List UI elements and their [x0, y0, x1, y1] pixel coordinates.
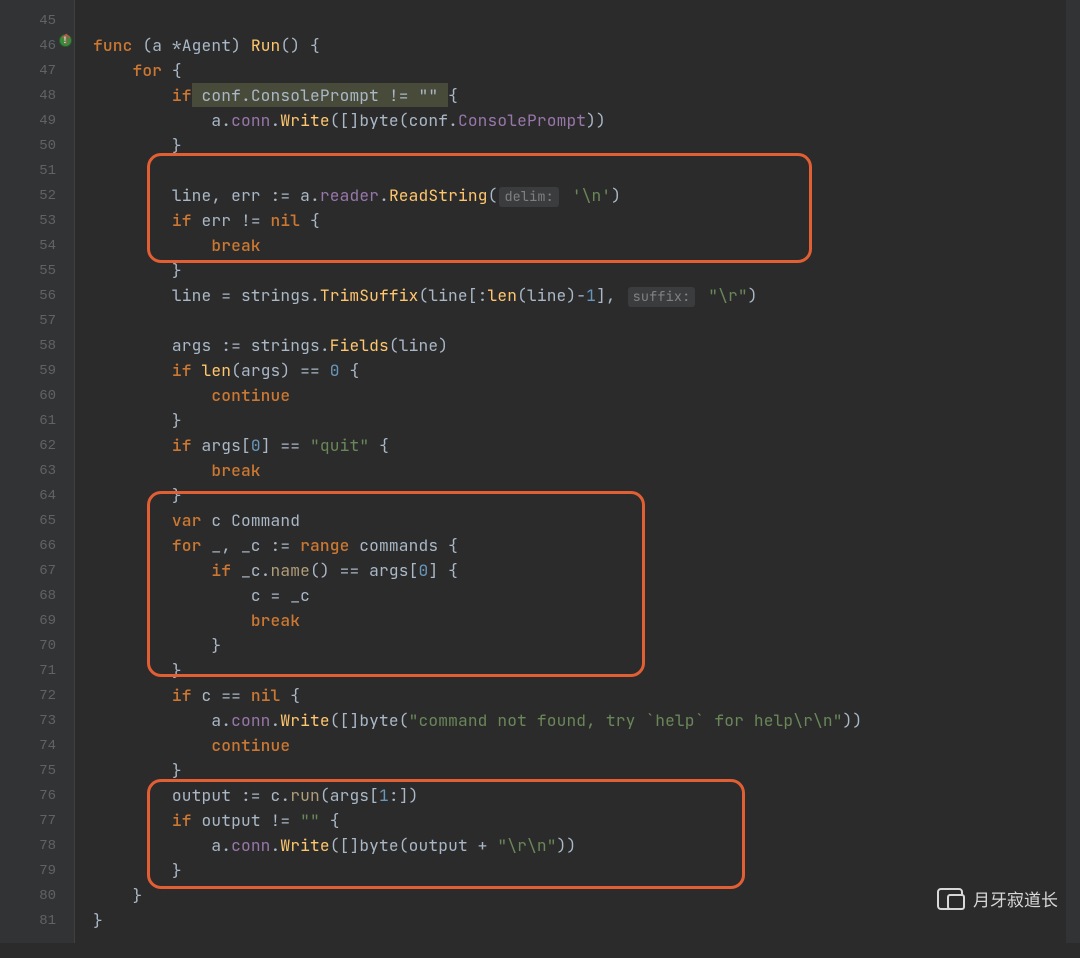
- line-number[interactable]: 68: [0, 583, 74, 608]
- line-number[interactable]: 57: [0, 308, 74, 333]
- watermark-text: 月牙寂道长: [973, 886, 1058, 911]
- code-editor[interactable]: ! ↑ 454647484950515253545556575859606162…: [0, 0, 1080, 943]
- code-line[interactable]: args := strings.Fields(line): [93, 333, 1080, 358]
- code-line[interactable]: }: [93, 133, 1080, 158]
- code-line[interactable]: [93, 8, 1080, 33]
- inlay-hint: suffix:: [628, 287, 696, 307]
- code-line[interactable]: for _, _c := range commands {: [93, 533, 1080, 558]
- code-line[interactable]: }: [93, 883, 1080, 908]
- line-number[interactable]: 52: [0, 183, 74, 208]
- code-line[interactable]: if args[0] == "quit" {: [93, 433, 1080, 458]
- code-line[interactable]: }: [93, 483, 1080, 508]
- code-line[interactable]: if err != nil {: [93, 208, 1080, 233]
- line-number[interactable]: 80: [0, 883, 74, 908]
- line-number[interactable]: 72: [0, 683, 74, 708]
- code-line[interactable]: }: [93, 258, 1080, 283]
- line-number[interactable]: 48: [0, 83, 74, 108]
- line-number[interactable]: 64: [0, 483, 74, 508]
- line-number[interactable]: 66: [0, 533, 74, 558]
- line-number[interactable]: 51: [0, 158, 74, 183]
- line-number[interactable]: 55: [0, 258, 74, 283]
- line-number[interactable]: 70: [0, 633, 74, 658]
- line-number[interactable]: 63: [0, 458, 74, 483]
- code-line[interactable]: if c == nil {: [93, 683, 1080, 708]
- code-line[interactable]: }: [93, 758, 1080, 783]
- code-line[interactable]: if _c.name() == args[0] {: [93, 558, 1080, 583]
- line-number[interactable]: 45: [0, 8, 74, 33]
- line-number[interactable]: 74: [0, 733, 74, 758]
- gutter: ! ↑ 454647484950515253545556575859606162…: [0, 0, 75, 943]
- line-number[interactable]: 76: [0, 783, 74, 808]
- wechat-icon: [937, 888, 965, 910]
- line-number[interactable]: 79: [0, 858, 74, 883]
- code-line[interactable]: }: [93, 908, 1080, 933]
- line-number[interactable]: 65: [0, 508, 74, 533]
- code-area[interactable]: func (a *Agent) Run() { for { if conf.Co…: [75, 0, 1080, 943]
- line-number[interactable]: 62: [0, 433, 74, 458]
- line-number[interactable]: 77: [0, 808, 74, 833]
- code-line[interactable]: if output != "" {: [93, 808, 1080, 833]
- watermark: 月牙寂道长: [937, 886, 1058, 911]
- line-number[interactable]: 46: [0, 33, 74, 58]
- code-line[interactable]: if conf.ConsolePrompt != "" {: [93, 83, 1080, 108]
- line-number[interactable]: [0, 933, 74, 958]
- line-number[interactable]: 53: [0, 208, 74, 233]
- code-line[interactable]: }: [93, 633, 1080, 658]
- code-line[interactable]: }: [93, 858, 1080, 883]
- line-number[interactable]: 60: [0, 383, 74, 408]
- code-line[interactable]: break: [93, 233, 1080, 258]
- line-number[interactable]: 54: [0, 233, 74, 258]
- code-line[interactable]: a.conn.Write([]byte(output + "\r\n")): [93, 833, 1080, 858]
- line-number[interactable]: 61: [0, 408, 74, 433]
- line-number[interactable]: 81: [0, 908, 74, 933]
- code-line[interactable]: c = _c: [93, 583, 1080, 608]
- code-line[interactable]: continue: [93, 383, 1080, 408]
- line-number[interactable]: 49: [0, 108, 74, 133]
- line-number[interactable]: 56: [0, 283, 74, 308]
- inlay-hint: delim:: [499, 187, 559, 207]
- code-line[interactable]: }: [93, 658, 1080, 683]
- line-number[interactable]: 71: [0, 658, 74, 683]
- line-number[interactable]: 67: [0, 558, 74, 583]
- code-line[interactable]: for {: [93, 58, 1080, 83]
- line-number[interactable]: 75: [0, 758, 74, 783]
- line-number[interactable]: 47: [0, 58, 74, 83]
- code-line[interactable]: a.conn.Write([]byte("command not found, …: [93, 708, 1080, 733]
- code-line[interactable]: func (a *Agent) Run() {: [93, 33, 1080, 58]
- code-line[interactable]: break: [93, 608, 1080, 633]
- code-line[interactable]: [93, 158, 1080, 183]
- code-line[interactable]: if len(args) == 0 {: [93, 358, 1080, 383]
- code-line[interactable]: }: [93, 408, 1080, 433]
- code-line[interactable]: continue: [93, 733, 1080, 758]
- code-line[interactable]: line, err := a.reader.ReadString(delim: …: [93, 183, 1080, 208]
- code-line[interactable]: a.conn.Write([]byte(conf.ConsolePrompt)): [93, 108, 1080, 133]
- code-line[interactable]: var c Command: [93, 508, 1080, 533]
- line-number[interactable]: 78: [0, 833, 74, 858]
- code-line[interactable]: [93, 308, 1080, 333]
- line-number[interactable]: 58: [0, 333, 74, 358]
- line-number[interactable]: 59: [0, 358, 74, 383]
- code-line[interactable]: line = strings.TrimSuffix(line[:len(line…: [93, 283, 1080, 308]
- code-line[interactable]: break: [93, 458, 1080, 483]
- line-number[interactable]: 69: [0, 608, 74, 633]
- minimap-strip[interactable]: [1066, 0, 1080, 943]
- line-number[interactable]: 73: [0, 708, 74, 733]
- code-line[interactable]: output := c.run(args[1:]): [93, 783, 1080, 808]
- line-number[interactable]: 50: [0, 133, 74, 158]
